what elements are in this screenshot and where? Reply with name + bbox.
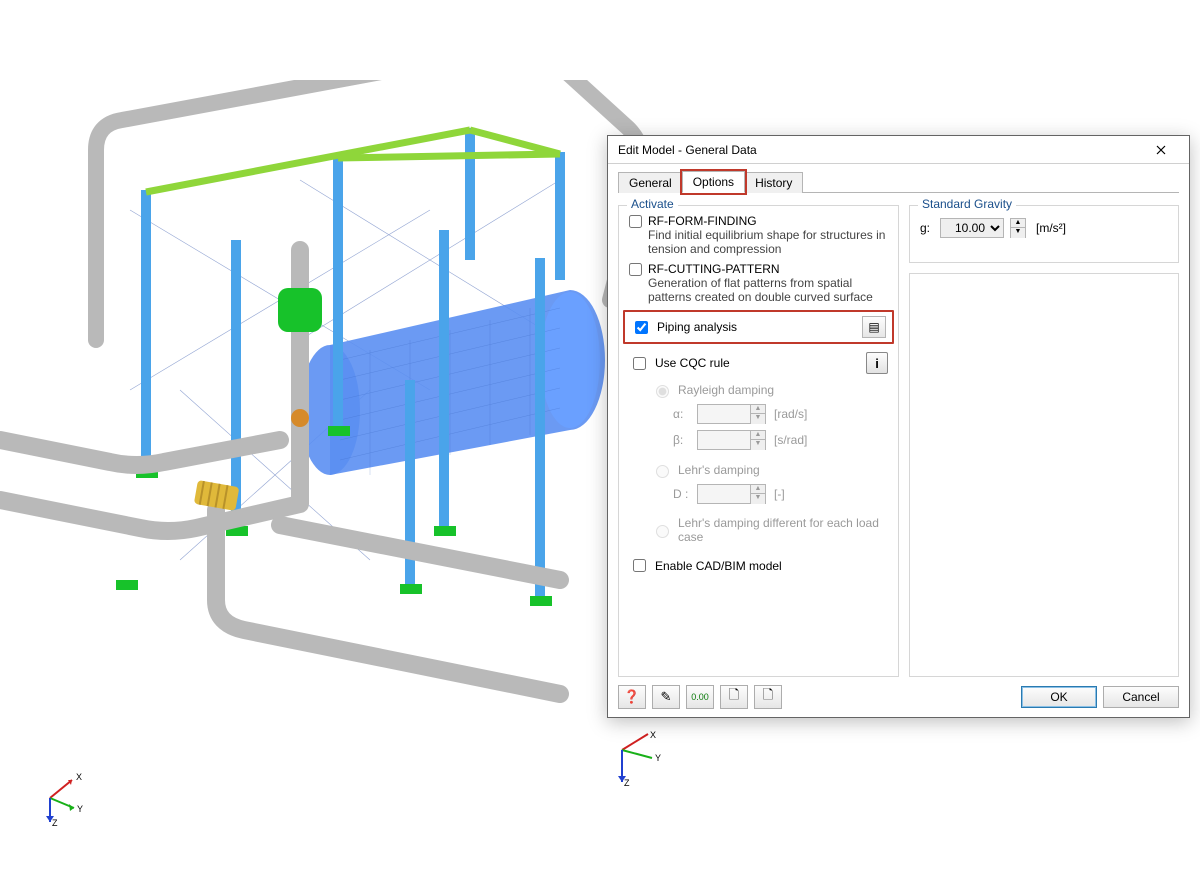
gravity-select[interactable]: 10.00 [940, 218, 1004, 238]
svg-text:Z: Z [52, 818, 58, 828]
svg-text:Z: Z [624, 778, 630, 788]
edit-model-dialog: Edit Model - General Data General Option… [607, 135, 1190, 718]
ok-button[interactable]: OK [1021, 686, 1097, 708]
dialog-button-bar: ❓ ✎ 0.00 🗋 🗋 OK Cancel [618, 677, 1179, 709]
svg-text:Y: Y [655, 753, 661, 763]
cad-checkbox[interactable] [633, 559, 646, 572]
tab-history[interactable]: History [744, 172, 803, 193]
svg-text:X: X [650, 730, 656, 740]
lehr-radio [656, 465, 669, 478]
beta-spinner: ▲▼ [750, 431, 765, 450]
units-button[interactable]: 0.00 [686, 685, 714, 709]
d-symbol: D : [673, 487, 691, 501]
dialog-title: Edit Model - General Data [618, 143, 1141, 157]
beta-symbol: β: [673, 433, 691, 447]
units-icon: 0.00 [691, 692, 709, 702]
svg-text:Y: Y [77, 804, 83, 814]
close-icon [1156, 145, 1166, 155]
cad-label: Enable CAD/BIM model [655, 559, 782, 573]
rayleigh-radio [656, 385, 669, 398]
gravity-fieldset: Standard Gravity g: 10.00 ▲▼ [m/s²] [909, 205, 1179, 263]
cqc-checkbox[interactable] [633, 357, 646, 370]
axis-gizmo-secondary: X Y Z [608, 730, 668, 790]
alpha-spinner: ▲▼ [750, 405, 765, 424]
piping-settings-icon: ▤ [868, 320, 879, 334]
piping-settings-button[interactable]: ▤ [862, 316, 886, 338]
alpha-symbol: α: [673, 407, 691, 421]
cutting-desc: Generation of flat patterns from spatial… [648, 276, 888, 304]
cutting-title: RF-CUTTING-PATTERN [648, 262, 888, 276]
activate-legend: Activate [627, 197, 678, 211]
gravity-spinner-wrap[interactable]: ▲▼ [1010, 218, 1026, 238]
rayleigh-label: Rayleigh damping [678, 383, 774, 397]
formfinding-desc: Find initial equilibrium shape for struc… [648, 228, 888, 256]
lehr-diff-radio [656, 525, 669, 538]
lehr-label: Lehr's damping [678, 463, 760, 477]
cqc-label: Use CQC rule [655, 356, 730, 370]
dialog-titlebar[interactable]: Edit Model - General Data [608, 136, 1189, 164]
tab-options[interactable]: Options [682, 171, 745, 193]
help-icon: ❓ [624, 689, 640, 705]
gravity-unit: [m/s²] [1036, 221, 1066, 235]
beta-input: ▲▼ [697, 430, 766, 450]
notes-icon: ✎ [661, 689, 672, 705]
alpha-unit: [rad/s] [774, 407, 807, 421]
gravity-empty-panel [909, 273, 1179, 677]
axis-gizmo: X Y Z [30, 768, 90, 828]
d-unit: [-] [774, 487, 785, 501]
tool2-button[interactable]: 🗋 [754, 685, 782, 709]
gravity-spinner[interactable]: ▲▼ [1010, 219, 1025, 238]
gravity-symbol: g: [920, 221, 930, 235]
cancel-label: Cancel [1122, 690, 1159, 704]
d-spinner: ▲▼ [750, 485, 765, 504]
alpha-input: ▲▼ [697, 404, 766, 424]
cancel-button[interactable]: Cancel [1103, 686, 1179, 708]
lehr-diff-label: Lehr's damping different for each load c… [678, 516, 888, 544]
cutting-option[interactable]: RF-CUTTING-PATTERN Generation of flat pa… [629, 262, 888, 304]
tab-bar: General Options History [618, 170, 1179, 193]
tool1-icon: 🗋 [729, 686, 739, 708]
piping-checkbox[interactable] [635, 321, 648, 334]
info-icon: i [875, 356, 879, 371]
formfinding-option[interactable]: RF-FORM-FINDING Find initial equilibrium… [629, 214, 888, 256]
activate-fieldset: Activate RF-FORM-FINDING Find initial eq… [618, 205, 899, 677]
tool2-icon: 🗋 [763, 686, 773, 708]
piping-option-highlight: Piping analysis ▤ [623, 310, 894, 344]
beta-unit: [s/rad] [774, 433, 807, 447]
cutting-checkbox[interactable] [629, 263, 642, 276]
help-button[interactable]: ❓ [618, 685, 646, 709]
notes-button[interactable]: ✎ [652, 685, 680, 709]
piping-label: Piping analysis [657, 320, 737, 334]
formfinding-checkbox[interactable] [629, 215, 642, 228]
cqc-info-button[interactable]: i [866, 352, 888, 374]
gravity-legend: Standard Gravity [918, 197, 1016, 211]
d-input: ▲▼ [697, 484, 766, 504]
svg-text:X: X [76, 772, 82, 782]
close-button[interactable] [1141, 139, 1181, 161]
tool1-button[interactable]: 🗋 [720, 685, 748, 709]
ok-label: OK [1050, 690, 1067, 704]
tab-general[interactable]: General [618, 172, 683, 193]
formfinding-title: RF-FORM-FINDING [648, 214, 888, 228]
